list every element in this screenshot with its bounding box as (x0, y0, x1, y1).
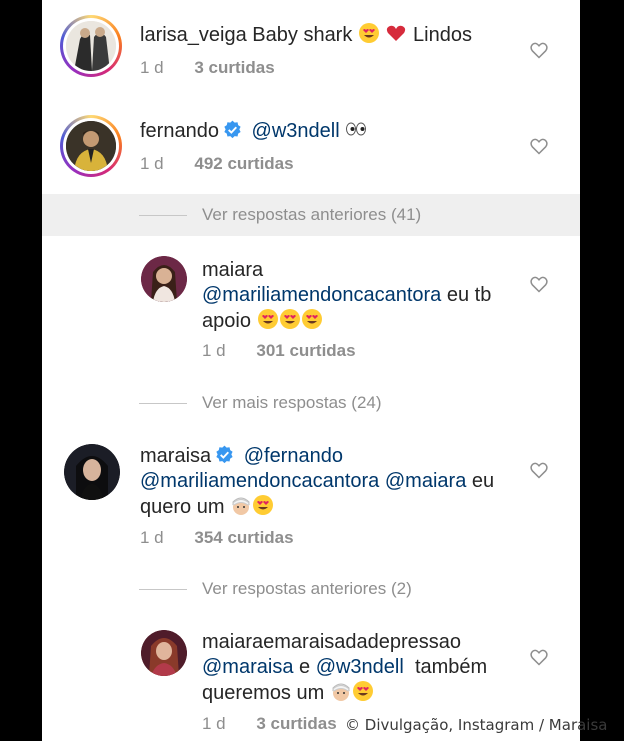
timestamp: 1 d (140, 528, 164, 547)
comment-meta: 1 d 301 curtidas (202, 341, 356, 361)
comment-meta: 1 d 3 curtidas (202, 714, 337, 734)
screenshot-frame: larisa_veiga Baby shark Lindos 1 d 3 cur… (0, 0, 624, 741)
heart-eyes-emoji-icon (279, 308, 301, 330)
comment-body-end: Lindos (413, 24, 472, 46)
mention-link[interactable]: @maraisa (202, 656, 293, 678)
view-more-replies-button[interactable]: Ver mais respostas (24) (42, 382, 580, 424)
comment-text: maiaraemaraisadadepressao @maraisa e @w3… (202, 630, 487, 706)
username[interactable]: larisa_veiga (140, 24, 247, 46)
comment-text: fernando @w3ndell (140, 118, 367, 144)
avatar-maiaraemaraisadadepressao[interactable] (141, 630, 187, 676)
timestamp: 1 d (140, 154, 164, 173)
comment-fernando: fernando @w3ndell 1 d 492 curtidas (42, 100, 580, 195)
avatar-maraisa[interactable] (64, 444, 120, 500)
avatar-fernando[interactable] (60, 115, 122, 177)
heart-eyes-emoji-icon (301, 308, 323, 330)
like-heart-icon[interactable] (529, 647, 549, 667)
mention-link[interactable]: @w3ndell (316, 656, 404, 678)
mention-link[interactable]: @w3ndell (252, 120, 340, 142)
view-previous-replies-button[interactable]: Ver respostas anteriores (2) (42, 568, 580, 610)
username[interactable]: maraisa (140, 445, 211, 467)
likes-count[interactable]: 301 curtidas (256, 341, 355, 360)
view-previous-replies-label: Ver respostas anteriores (41) (202, 205, 422, 224)
comment-conjunction: e (299, 656, 311, 678)
timestamp: 1 d (202, 714, 226, 733)
like-heart-icon[interactable] (529, 40, 549, 60)
comment-larisa: larisa_veiga Baby shark Lindos 1 d 3 cur… (42, 0, 580, 105)
reply-maiara: maiara @mariliamendoncacantora eu tb apo… (42, 236, 580, 386)
heart-eyes-emoji-icon (352, 680, 374, 702)
likes-count[interactable]: 3 curtidas (194, 58, 274, 77)
verified-badge-icon (224, 120, 241, 139)
timestamp: 1 d (202, 341, 226, 360)
heart-eyes-emoji-icon (257, 308, 279, 330)
like-heart-icon[interactable] (529, 136, 549, 156)
eyes-emoji-icon (345, 118, 367, 140)
comment-text: maiara @mariliamendoncacantora eu tb apo… (202, 258, 491, 334)
man-with-turban-emoji-icon (330, 680, 352, 702)
red-heart-emoji-icon (385, 22, 407, 44)
view-more-replies-label: Ver mais respostas (24) (202, 393, 382, 412)
mention-link[interactable]: @mariliamendoncacantora (202, 284, 441, 306)
view-previous-replies-button[interactable]: Ver respostas anteriores (41) (42, 194, 580, 236)
likes-count[interactable]: 492 curtidas (194, 154, 293, 173)
like-heart-icon[interactable] (529, 460, 549, 480)
comment-body-line3: quero um (140, 496, 225, 518)
mention-link[interactable]: @mariliamendoncacantora (140, 470, 379, 492)
like-heart-icon[interactable] (529, 274, 549, 294)
divider-line (139, 403, 187, 404)
man-with-turban-emoji-icon (230, 494, 252, 516)
avatar-larisa[interactable] (60, 15, 122, 77)
comments-panel: larisa_veiga Baby shark Lindos 1 d 3 cur… (42, 0, 580, 741)
comment-meta: 1 d 492 curtidas (140, 154, 294, 174)
comment-body: eu tb (446, 284, 492, 306)
timestamp: 1 d (140, 58, 164, 77)
view-previous-replies-label: Ver respostas anteriores (2) (202, 579, 412, 598)
comment-text: larisa_veiga Baby shark Lindos (140, 22, 472, 48)
comment-body-line2: apoio (202, 310, 251, 332)
comment-body-line3: queremos um (202, 682, 325, 704)
username[interactable]: maiara (202, 259, 263, 281)
mention-link[interactable]: @maiara (385, 470, 466, 492)
verified-badge-icon (216, 445, 233, 464)
photo-credit-watermark: © Divulgação, Instagram / Maraisa (345, 716, 608, 734)
likes-count[interactable]: 354 curtidas (194, 528, 293, 547)
username[interactable]: fernando (140, 120, 219, 142)
divider-line (139, 589, 187, 590)
likes-count[interactable]: 3 curtidas (256, 714, 336, 733)
heart-eyes-emoji-icon (358, 22, 380, 44)
heart-eyes-emoji-icon (252, 494, 274, 516)
mention-link[interactable]: @fernando (244, 445, 343, 467)
comment-body: eu (471, 470, 495, 492)
comment-body: Baby shark (252, 24, 353, 46)
comment-meta: 1 d 354 curtidas (140, 528, 294, 548)
divider-line (139, 215, 187, 216)
avatar-maiara[interactable] (141, 256, 187, 302)
comment-maraisa: maraisa @fernando @mariliamendoncacantor… (42, 430, 580, 570)
comment-body: também (414, 656, 488, 678)
comment-meta: 1 d 3 curtidas (140, 58, 275, 78)
username[interactable]: maiaraemaraisadadepressao (202, 631, 461, 653)
comment-text: maraisa @fernando @mariliamendoncacantor… (140, 444, 494, 520)
